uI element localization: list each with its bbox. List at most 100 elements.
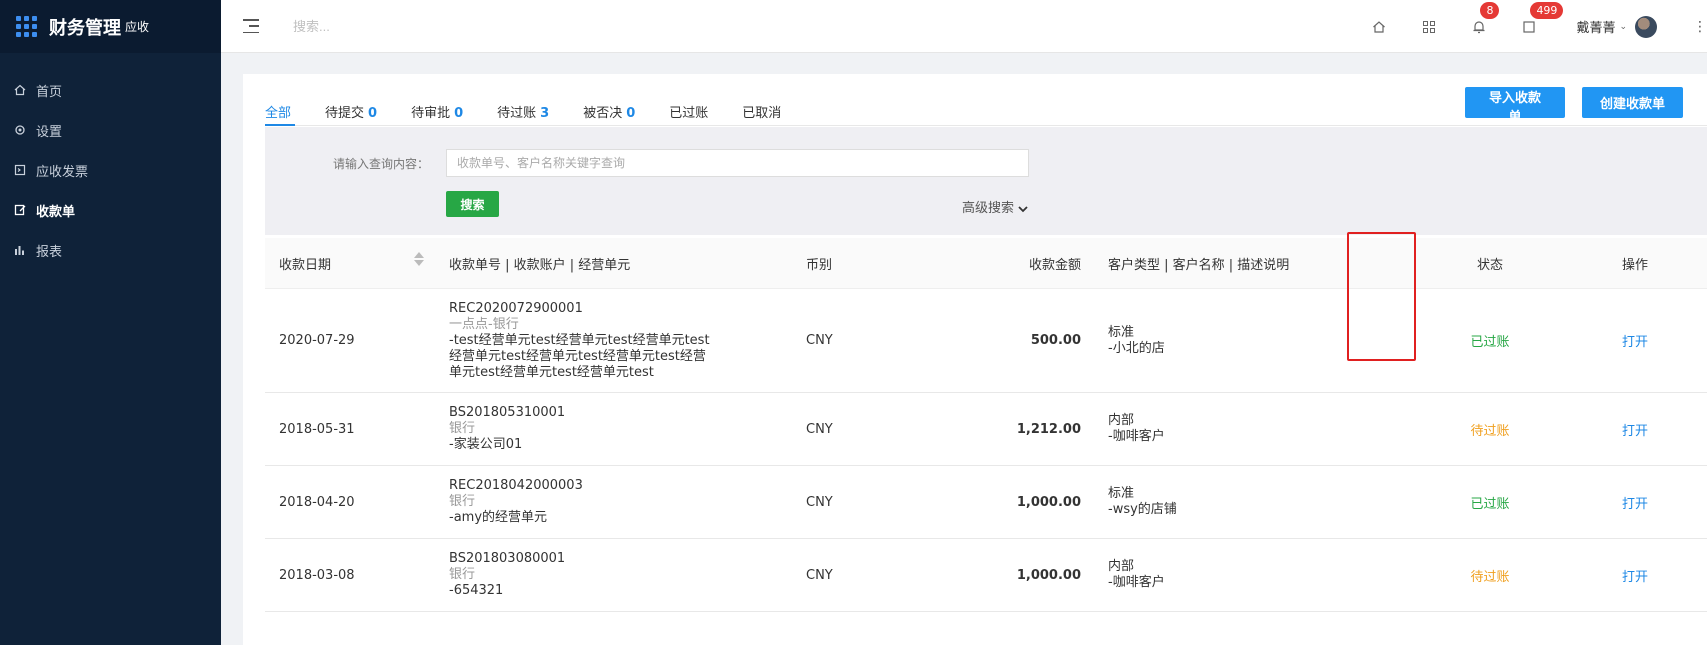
import-receipt-button[interactable]: 导入收款单 [1465,87,1565,124]
table-row: 2020-07-29 REC2020072900001 一点点-银行 -test… [265,289,1707,393]
notification-badge: 8 [1480,1,1500,19]
home-icon[interactable] [1354,20,1404,34]
business-unit: 经营单元test经营单元test经营单元test经营 [449,348,706,364]
receipt-number: BS201803080001 [449,551,566,566]
sidebar-item-label: 收款单 [36,204,76,220]
col-amount-header: 收款金额 [1028,257,1081,273]
customer-name: -咖啡客户 [1108,575,1165,590]
message-icon[interactable]: 499 [1504,1,1564,34]
row-customer-cell: 内部 -咖啡客户 [1081,559,1417,591]
business-unit: -test经营单元test经营单元test经营单元test [449,332,710,348]
row-number-cell: REC2020072900001 一点点-银行 -test经营单元test经营单… [449,301,806,381]
table-row: 2018-05-31 BS201805310001 银行 -家装公司01 CNY… [265,393,1707,466]
row-date: 2018-04-20 [279,494,355,510]
row-amount: 1,000.00 [1016,494,1081,510]
brand-subtitle: 应收 [125,20,150,34]
sidebar-item-reports[interactable]: 报表 [0,230,221,270]
receipts-table: 收款日期 收款单号 | 收款账户 | 经营单元 币别 收款金额 客户类型 | 客… [265,238,1707,612]
row-customer-cell: 内部 -咖啡客户 [1081,413,1417,445]
create-receipt-button[interactable]: 创建收款单 [1582,87,1683,118]
row-amount: 500.00 [1030,333,1081,348]
tab-label: 待过账 [497,106,537,121]
status-badge: 待过账 [1470,569,1510,585]
tabs-divider [265,125,1707,126]
status-badge: 已过账 [1470,496,1510,512]
tab-label: 已取消 [742,106,782,121]
col-status-header: 状态 [1476,257,1503,273]
avatar [1635,15,1657,38]
active-tab-indicator [265,124,295,126]
search-button[interactable]: 搜索 [446,191,499,217]
row-date: 2018-05-31 [279,421,355,437]
col-currency-header: 币别 [806,257,833,273]
tab-posted[interactable]: 已过账 [669,102,708,121]
customer-name: -咖啡客户 [1108,429,1165,444]
row-number-cell: BS201805310001 银行 -家装公司01 [449,405,806,453]
more-icon[interactable]: ⋮ [1693,19,1707,35]
chart-icon [14,244,26,256]
tab-label: 全部 [265,106,292,121]
header-label: 收款日期 [279,257,332,273]
apps-grid-icon [16,16,37,37]
open-link[interactable]: 打开 [1563,566,1707,585]
chevron-down-icon [1018,201,1028,216]
user-name: 戴菁菁 [1576,21,1616,36]
top-header: 8 499 戴菁菁 ⌄ ⋮ [221,0,1707,53]
row-currency: CNY [806,421,833,437]
row-currency: CNY [806,333,833,348]
tab-count: 3 [540,106,550,121]
menu-toggle-icon[interactable] [243,19,259,33]
receipt-account: 银行 [449,494,476,509]
user-menu[interactable]: 戴菁菁 ⌄ [1576,15,1657,38]
sidebar-nav: 首页 设置 应收发票 收款单 报表 [0,70,221,270]
tab-rejected[interactable]: 被否决 0 [583,102,635,121]
sidebar-item-receipts[interactable]: 收款单 [0,190,221,230]
receipt-number: REC2018042000003 [449,478,583,493]
tab-count: 0 [454,106,464,121]
row-customer-cell: 标准 -wsy的店铺 [1081,486,1417,518]
status-tabs: 全部 待提交 0 待审批 0 待过账 3 被否决 0 已过账 已取消 [265,102,815,121]
advanced-search-label: 高级搜索 [962,201,1015,216]
open-link[interactable]: 打开 [1563,420,1707,439]
apps-icon[interactable] [1404,20,1454,34]
business-unit: -家装公司01 [449,437,523,452]
filter-label: 请输入查询内容： [333,157,430,171]
receipt-account: 银行 [449,421,476,436]
row-date: 2020-07-29 [279,333,355,348]
open-link[interactable]: 打开 [1563,331,1707,350]
sidebar-item-invoices[interactable]: 应收发票 [0,150,221,190]
tab-cancelled[interactable]: 已取消 [742,102,781,121]
tab-all[interactable]: 全部 [265,102,291,121]
status-badge: 待过账 [1470,423,1510,439]
sidebar-item-home[interactable]: 首页 [0,70,221,110]
status-highlight-annotation [1347,232,1416,361]
row-currency: CNY [806,494,833,510]
customer-type: 内部 [1108,559,1135,574]
receipt-number: REC2020072900001 [449,300,583,316]
business-unit: -654321 [449,583,504,598]
sort-icon[interactable] [414,251,424,266]
home-icon [14,84,26,96]
advanced-search-toggle[interactable]: 高级搜索 [962,197,1028,216]
receipt-number: BS201805310001 [449,405,566,420]
search-input[interactable] [446,149,1029,177]
sidebar-item-settings[interactable]: 设置 [0,110,221,150]
global-search-input[interactable] [293,18,593,34]
main-panel: 全部 待提交 0 待审批 0 待过账 3 被否决 0 已过账 已取消 导入收款单 创建收… [243,74,1707,645]
tab-pending-post[interactable]: 待过账 3 [497,102,549,121]
row-number-cell: BS201803080001 银行 -654321 [449,551,806,599]
bell-icon[interactable]: 8 [1454,1,1504,34]
tab-label: 已过账 [669,106,709,121]
tab-count: 0 [368,106,378,121]
status-badge: 已过账 [1470,335,1510,350]
customer-type: 标准 [1108,486,1135,501]
brand[interactable]: 财务管理 应收 [0,0,221,53]
tab-pending-submit[interactable]: 待提交 0 [325,102,377,121]
tab-pending-approval[interactable]: 待审批 0 [411,102,463,121]
receipt-account: 银行 [449,567,476,582]
business-unit: -amy的经营单元 [449,510,548,525]
row-date: 2018-03-08 [279,567,355,583]
open-link[interactable]: 打开 [1563,493,1707,512]
table-header: 收款日期 收款单号 | 收款账户 | 经营单元 币别 收款金额 客户类型 | 客… [265,238,1707,289]
col-date-header[interactable]: 收款日期 [265,251,449,273]
